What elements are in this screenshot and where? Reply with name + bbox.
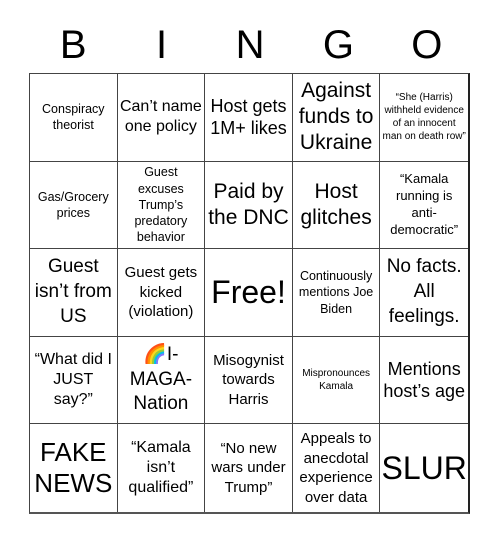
bingo-cell-4-4[interactable]: Mispronounces Kamala (292, 336, 381, 425)
bingo-cell-1-5[interactable]: “She (Harris) withheld evidence of an in… (380, 74, 468, 162)
cell-text: Guest isn’t from US (34, 256, 112, 327)
cell-text: Can’t name one policy (119, 98, 202, 136)
cell-text: Continuously mentions Joe Biden (298, 269, 374, 316)
cell-text: Conspiracy theorist (42, 102, 105, 133)
header-letter-b: B (59, 23, 87, 67)
cell-text: “Kamala isn’t qualified” (128, 439, 194, 497)
header-letter-i: I (156, 23, 168, 67)
header-letter-o: O (411, 23, 443, 67)
bingo-cell-4-3[interactable]: Misogynist towards Harris (205, 336, 293, 425)
bingo-cell-5-3[interactable]: “No new wars under Trump” (205, 424, 293, 512)
cell-text: No facts. All feelings. (386, 256, 462, 327)
bingo-cell-3-3-free-space[interactable]: Free! (205, 249, 293, 337)
bingo-cell-4-1[interactable]: “What did I JUST say?” (30, 336, 118, 425)
cell-text: Free! (211, 273, 286, 310)
bingo-cell-2-1[interactable]: Gas/Grocery prices (30, 161, 118, 250)
cell-text: Gas/Grocery prices (37, 189, 109, 220)
cell-text: “She (Harris) withheld evidence of an in… (382, 92, 466, 143)
bingo-cell-2-2[interactable]: Guest excuses Trump’s predatory behavior (117, 161, 206, 250)
cell-text: Misogynist towards Harris (213, 351, 284, 408)
bingo-cell-1-2[interactable]: Can’t name one policy (117, 74, 206, 162)
cell-text: SLUR (381, 449, 467, 486)
cell-text: FAKE NEWS (34, 437, 113, 499)
bingo-cell-5-1[interactable]: FAKE NEWS (30, 424, 118, 512)
bingo-cell-1-4[interactable]: Against funds to Ukraine (292, 74, 381, 162)
cell-text: “What did I JUST say?” (34, 351, 112, 409)
cell-text: “No new wars under Trump” (211, 439, 286, 496)
bingo-cell-3-1[interactable]: Guest isn’t from US (30, 249, 118, 337)
header-letter-g: G (322, 23, 354, 67)
cell-text: Against funds to Ukraine (298, 78, 374, 155)
cell-text: Guest excuses Trump’s predatory behavior (134, 165, 188, 245)
bingo-cell-2-4[interactable]: Host glitches (292, 161, 381, 250)
bingo-cell-1-3[interactable]: Host gets 1M+ likes (205, 74, 293, 162)
cell-text: Host gets 1M+ likes (210, 95, 287, 139)
bingo-header: B I N G O (29, 20, 471, 70)
cell-text: Appeals to anecdotal experience over dat… (299, 430, 373, 506)
bingo-cell-5-2[interactable]: “Kamala isn’t qualified” (118, 424, 206, 512)
cell-text: Mispronounces Kamala (302, 368, 370, 393)
bingo-cell-2-3[interactable]: Paid by the DNC (205, 161, 293, 250)
bingo-cell-4-2[interactable]: 🌈I-MAGA-Nation (117, 336, 206, 425)
header-letter-n: N (235, 23, 265, 67)
bingo-cell-5-5[interactable]: SLUR (380, 424, 468, 512)
bingo-cell-4-5[interactable]: Mentions host’s age (380, 337, 468, 425)
cell-text: “Kamala running is anti-democratic” (390, 171, 459, 237)
cell-text: Guest gets kicked (violation) (124, 264, 198, 321)
cell-text: Host glitches (300, 179, 372, 229)
bingo-cell-1-1[interactable]: Conspiracy theorist (30, 74, 118, 162)
bingo-cell-3-5[interactable]: No facts. All feelings. (380, 249, 468, 337)
bingo-cell-5-4[interactable]: Appeals to anecdotal experience over dat… (293, 424, 381, 512)
bingo-cell-3-4[interactable]: Continuously mentions Joe Biden (292, 249, 381, 337)
bingo-cell-3-2[interactable]: Guest gets kicked (violation) (117, 249, 206, 337)
bingo-cell-2-5[interactable]: “Kamala running is anti-democratic” (380, 162, 468, 250)
cell-text: Mentions host’s age (383, 358, 466, 402)
cell-text: Paid by the DNC (208, 179, 289, 229)
bingo-grid: Conspiracy theorist Can’t name one polic… (29, 73, 470, 514)
cell-text: 🌈I-MAGA-Nation (129, 344, 193, 415)
